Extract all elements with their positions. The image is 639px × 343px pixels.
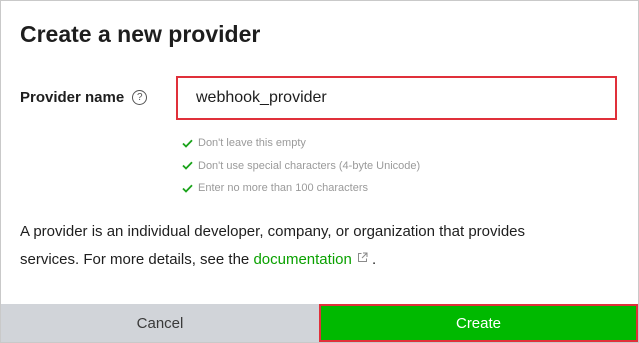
provider-name-input[interactable] bbox=[178, 78, 615, 118]
validation-rule-text: Enter no more than 100 characters bbox=[198, 182, 368, 195]
provider-description: A provider is an individual developer, c… bbox=[20, 218, 580, 274]
check-icon bbox=[182, 139, 193, 148]
help-icon[interactable]: ? bbox=[132, 90, 148, 105]
validation-rules: Don't leave this empty Don't use special… bbox=[182, 132, 420, 200]
validation-rule: Don't use special characters (4-byte Uni… bbox=[182, 155, 420, 178]
dialog-title: Create a new provider bbox=[20, 21, 261, 47]
documentation-link[interactable]: documentation bbox=[253, 251, 351, 268]
cancel-button[interactable]: Cancel bbox=[1, 304, 319, 342]
external-link-icon bbox=[357, 252, 368, 262]
validation-rule-text: Don't use special characters (4-byte Uni… bbox=[198, 159, 421, 172]
validation-rule: Don't leave this empty bbox=[182, 132, 420, 155]
check-icon bbox=[182, 184, 193, 193]
create-button[interactable]: Create bbox=[319, 304, 638, 342]
provider-name-label-text: Provider name bbox=[20, 89, 125, 106]
validation-rule-text: Don't leave this empty bbox=[198, 137, 306, 150]
provider-name-label: Provider name ? bbox=[20, 89, 148, 106]
dialog-footer: Cancel Create bbox=[1, 304, 638, 342]
provider-name-input-wrapper bbox=[176, 76, 617, 120]
create-provider-dialog: Create a new provider Provider name ? Do… bbox=[0, 0, 639, 343]
check-icon bbox=[182, 161, 193, 171]
description-end: . bbox=[367, 251, 377, 268]
validation-rule: Enter no more than 100 characters bbox=[182, 177, 420, 200]
